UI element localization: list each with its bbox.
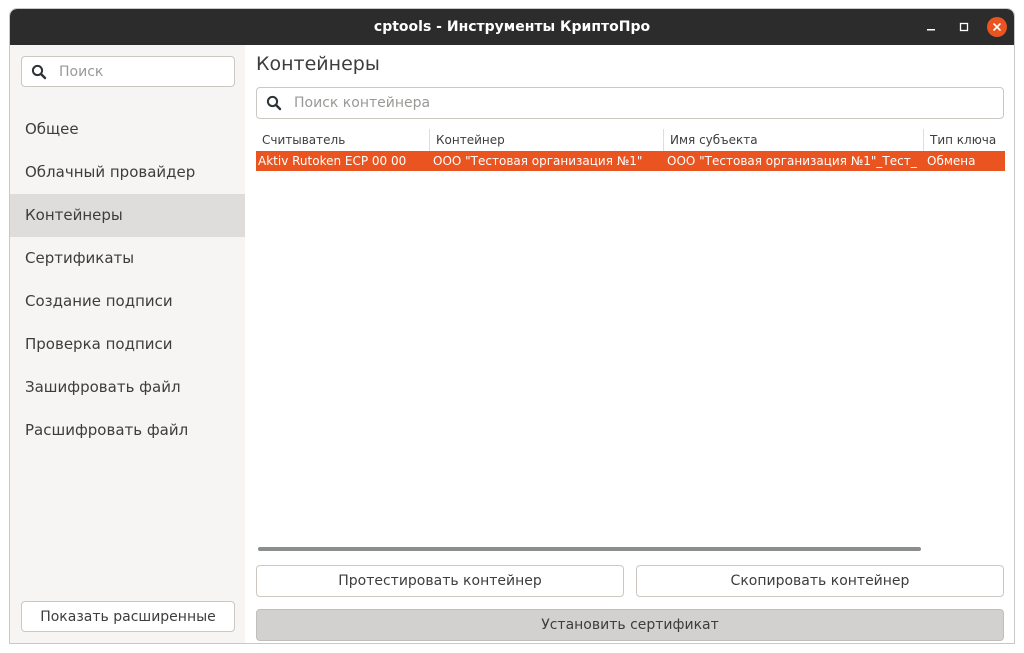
column-header-subject-name[interactable]: Имя субъекта [664,129,924,151]
search-icon [31,64,47,80]
sidebar-item-general[interactable]: Общее [10,108,245,151]
container-search-input[interactable] [294,88,1003,118]
sidebar-item-encrypt-file[interactable]: Зашифровать файл [10,366,245,409]
page-title: Контейнеры [256,53,380,75]
app-window: cptools - Инструменты КриптоПро Поиск Об… [9,8,1015,644]
table-header: Считыватель Контейнер Имя субъекта Тип к… [256,129,1005,151]
sidebar-item-certificates[interactable]: Сертификаты [10,237,245,280]
sidebar-item-decrypt-file[interactable]: Расшифровать файл [10,409,245,452]
sidebar-item-containers[interactable]: Контейнеры [10,194,245,237]
sidebar-search-input[interactable] [59,57,234,86]
cell-subject-name: ООО "Тестовая организация №1"_Тест_ [667,154,917,168]
maximize-button[interactable] [954,17,974,37]
main-content: Контейнеры Считыватель Контейнер Имя суб… [245,45,1014,643]
test-container-button[interactable]: Протестировать контейнер [256,565,624,597]
sidebar-search [21,56,235,87]
sidebar-item-create-signature[interactable]: Создание подписи [10,280,245,323]
container-search [256,87,1004,119]
horizontal-scrollbar[interactable] [258,547,921,551]
install-certificate-button[interactable]: Установить сертификат [256,609,1004,641]
minimize-button[interactable] [921,17,941,37]
sidebar-item-verify-signature[interactable]: Проверка подписи [10,323,245,366]
close-icon [993,23,1001,31]
show-advanced-button[interactable]: Показать расширенные [21,601,235,632]
title-bar: cptools - Инструменты КриптоПро [10,9,1014,45]
minimize-icon [927,29,935,31]
sidebar: Общее Облачный провайдер Контейнеры Серт… [10,45,245,643]
maximize-icon [959,22,969,32]
close-button[interactable] [987,17,1007,37]
search-icon [266,95,282,111]
sidebar-item-cloud-provider[interactable]: Облачный провайдер [10,151,245,194]
cell-reader: Aktiv Rutoken ECP 00 00 [258,154,407,168]
column-header-reader[interactable]: Считыватель [256,129,430,151]
table-row[interactable]: Aktiv Rutoken ECP 00 00 ООО "Тестовая ор… [256,151,1005,171]
copy-container-button[interactable]: Скопировать контейнер [636,565,1004,597]
column-header-container[interactable]: Контейнер [430,129,664,151]
cell-key-type: Обмена [927,154,976,168]
cell-container: ООО "Тестовая организация №1" [433,154,643,168]
column-header-key-type[interactable]: Тип ключа [924,129,1005,151]
containers-table: Считыватель Контейнер Имя субъекта Тип к… [256,129,1005,549]
window-title: cptools - Инструменты КриптоПро [373,19,651,35]
